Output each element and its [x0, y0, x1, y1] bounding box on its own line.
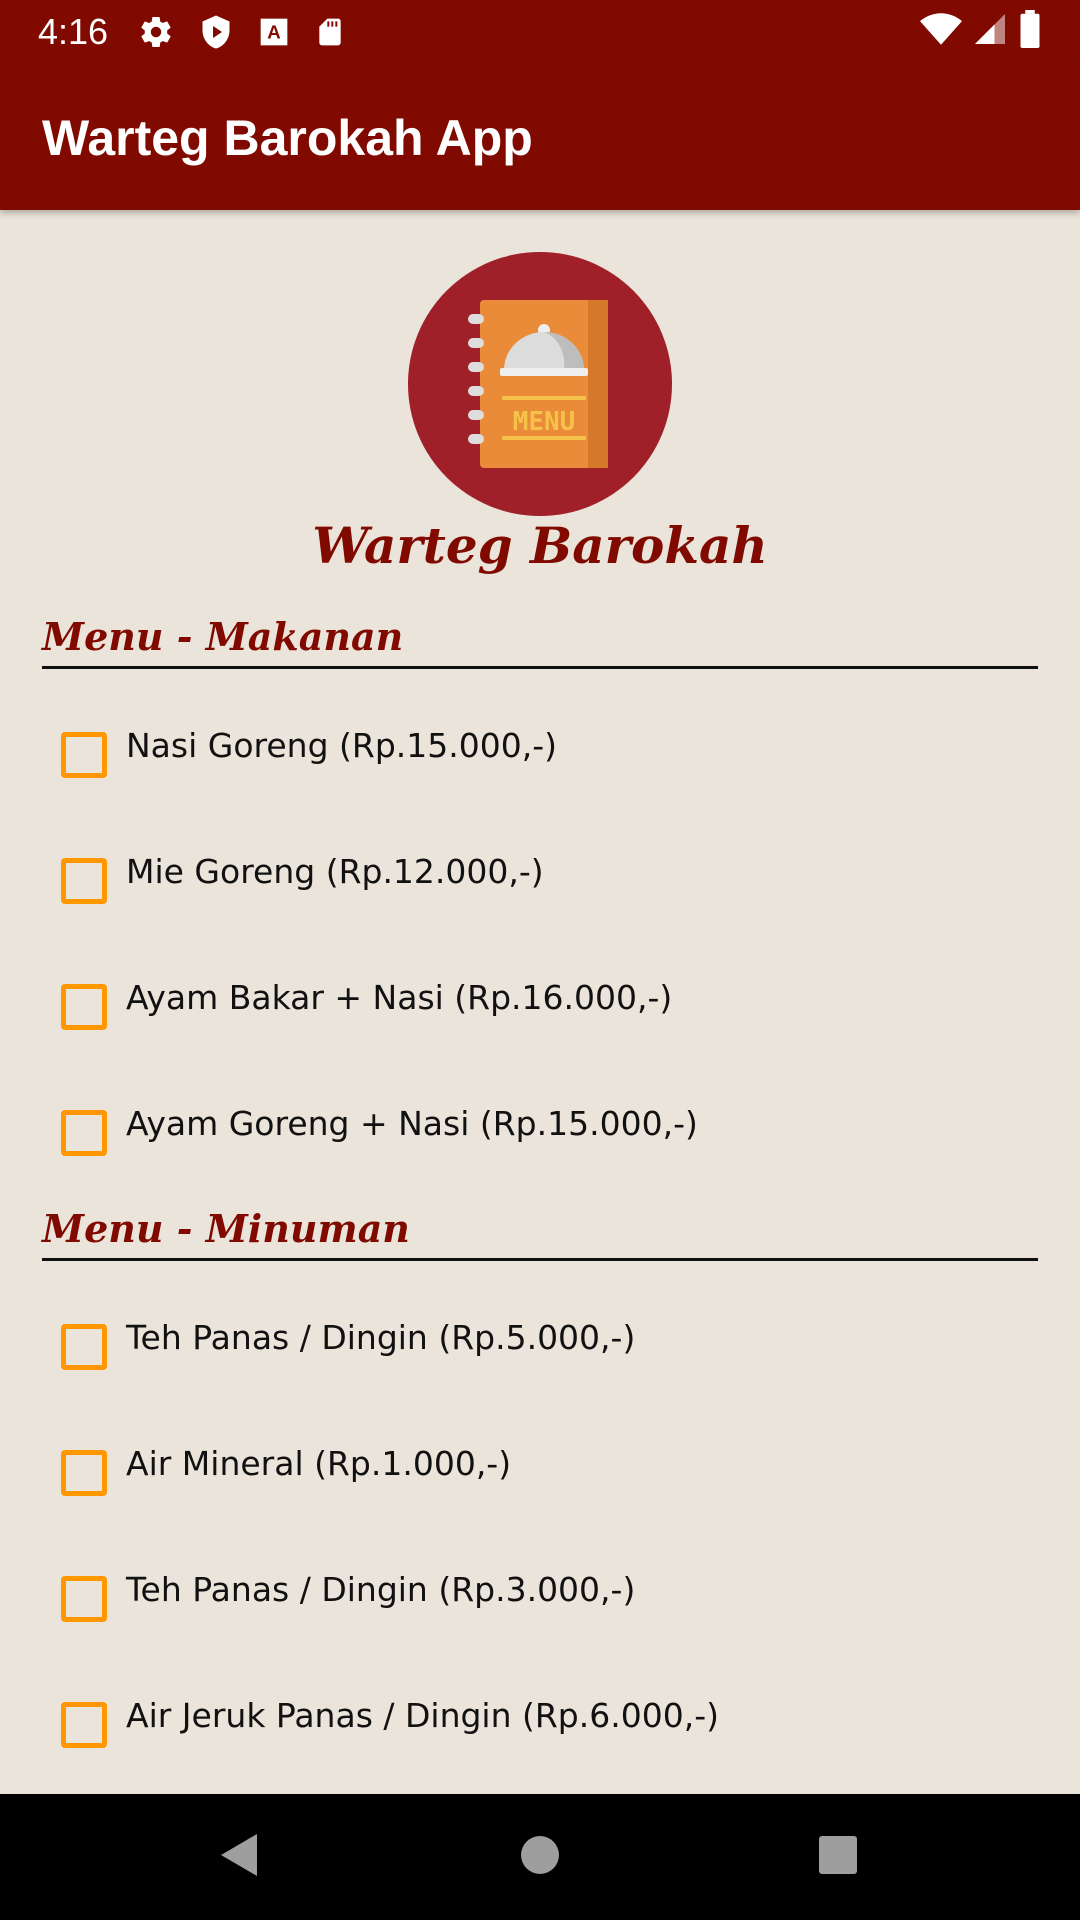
item-label: Ayam Goreng + Nasi (Rp.15.000,-)	[126, 1104, 698, 1143]
wifi-icon	[920, 11, 962, 52]
recents-icon	[818, 1835, 858, 1880]
app-title: Warteg Barokah App	[42, 110, 533, 166]
section-title-makanan: Menu - Makanan	[42, 614, 404, 659]
home-icon	[520, 1835, 560, 1880]
navigation-bar	[0, 1794, 1080, 1920]
menu-item-teh-5000[interactable]: Teh Panas / Dingin (Rp.5.000,-)	[42, 1290, 1038, 1416]
checkbox[interactable]	[61, 984, 107, 1030]
checkbox[interactable]	[61, 858, 107, 904]
svg-text:A: A	[267, 21, 280, 42]
logo-text: MENU	[513, 407, 576, 437]
status-time: 4:16	[38, 10, 109, 52]
section-divider	[42, 1258, 1038, 1261]
section-divider	[42, 666, 1038, 669]
shield-play-icon	[198, 14, 234, 50]
checkbox[interactable]	[61, 1324, 107, 1370]
item-label: Nasi Goreng (Rp.15.000,-)	[126, 726, 557, 765]
checkbox[interactable]	[61, 1702, 107, 1748]
menu-item-mie-goreng[interactable]: Mie Goreng (Rp.12.000,-)	[42, 824, 1038, 950]
menu-item-air-mineral[interactable]: Air Mineral (Rp.1.000,-)	[42, 1416, 1038, 1542]
app-bar: Warteg Barokah App	[0, 63, 1080, 210]
home-button[interactable]	[470, 1794, 610, 1920]
menu-item-ayam-goreng[interactable]: Ayam Goreng + Nasi (Rp.15.000,-)	[42, 1076, 1038, 1202]
menu-item-nasi-goreng[interactable]: Nasi Goreng (Rp.15.000,-)	[42, 698, 1038, 824]
menu-item-ayam-bakar[interactable]: Ayam Bakar + Nasi (Rp.16.000,-)	[42, 950, 1038, 1076]
item-label: Teh Panas / Dingin (Rp.5.000,-)	[126, 1318, 636, 1357]
item-label: Teh Panas / Dingin (Rp.3.000,-)	[126, 1570, 636, 1609]
section-title-minuman: Menu - Minuman	[42, 1206, 410, 1251]
signal-icon	[972, 11, 1008, 52]
menu-item-air-jeruk[interactable]: Air Jeruk Panas / Dingin (Rp.6.000,-)	[42, 1668, 1038, 1794]
sd-card-icon	[314, 16, 346, 48]
status-icons-right	[920, 10, 1042, 53]
checkbox[interactable]	[61, 1576, 107, 1622]
checkbox[interactable]	[61, 732, 107, 778]
font-a-icon: A	[258, 16, 290, 48]
status-icons-left: A	[138, 14, 346, 50]
item-label: Mie Goreng (Rp.12.000,-)	[126, 852, 544, 891]
checkbox[interactable]	[61, 1450, 107, 1496]
gear-icon	[138, 14, 174, 50]
menu-book-icon: MENU	[408, 252, 672, 516]
item-label: Ayam Bakar + Nasi (Rp.16.000,-)	[126, 978, 673, 1017]
battery-icon	[1018, 10, 1042, 53]
item-label: Air Mineral (Rp.1.000,-)	[126, 1444, 512, 1483]
item-label: Air Jeruk Panas / Dingin (Rp.6.000,-)	[126, 1696, 719, 1735]
back-icon	[217, 1832, 259, 1883]
back-button[interactable]	[168, 1794, 308, 1920]
status-bar: 4:16 A	[0, 0, 1080, 63]
checkbox[interactable]	[61, 1110, 107, 1156]
brand-name: Warteg Barokah	[312, 516, 768, 575]
menu-item-teh-3000[interactable]: Teh Panas / Dingin (Rp.3.000,-)	[42, 1542, 1038, 1668]
recents-button[interactable]	[768, 1794, 908, 1920]
